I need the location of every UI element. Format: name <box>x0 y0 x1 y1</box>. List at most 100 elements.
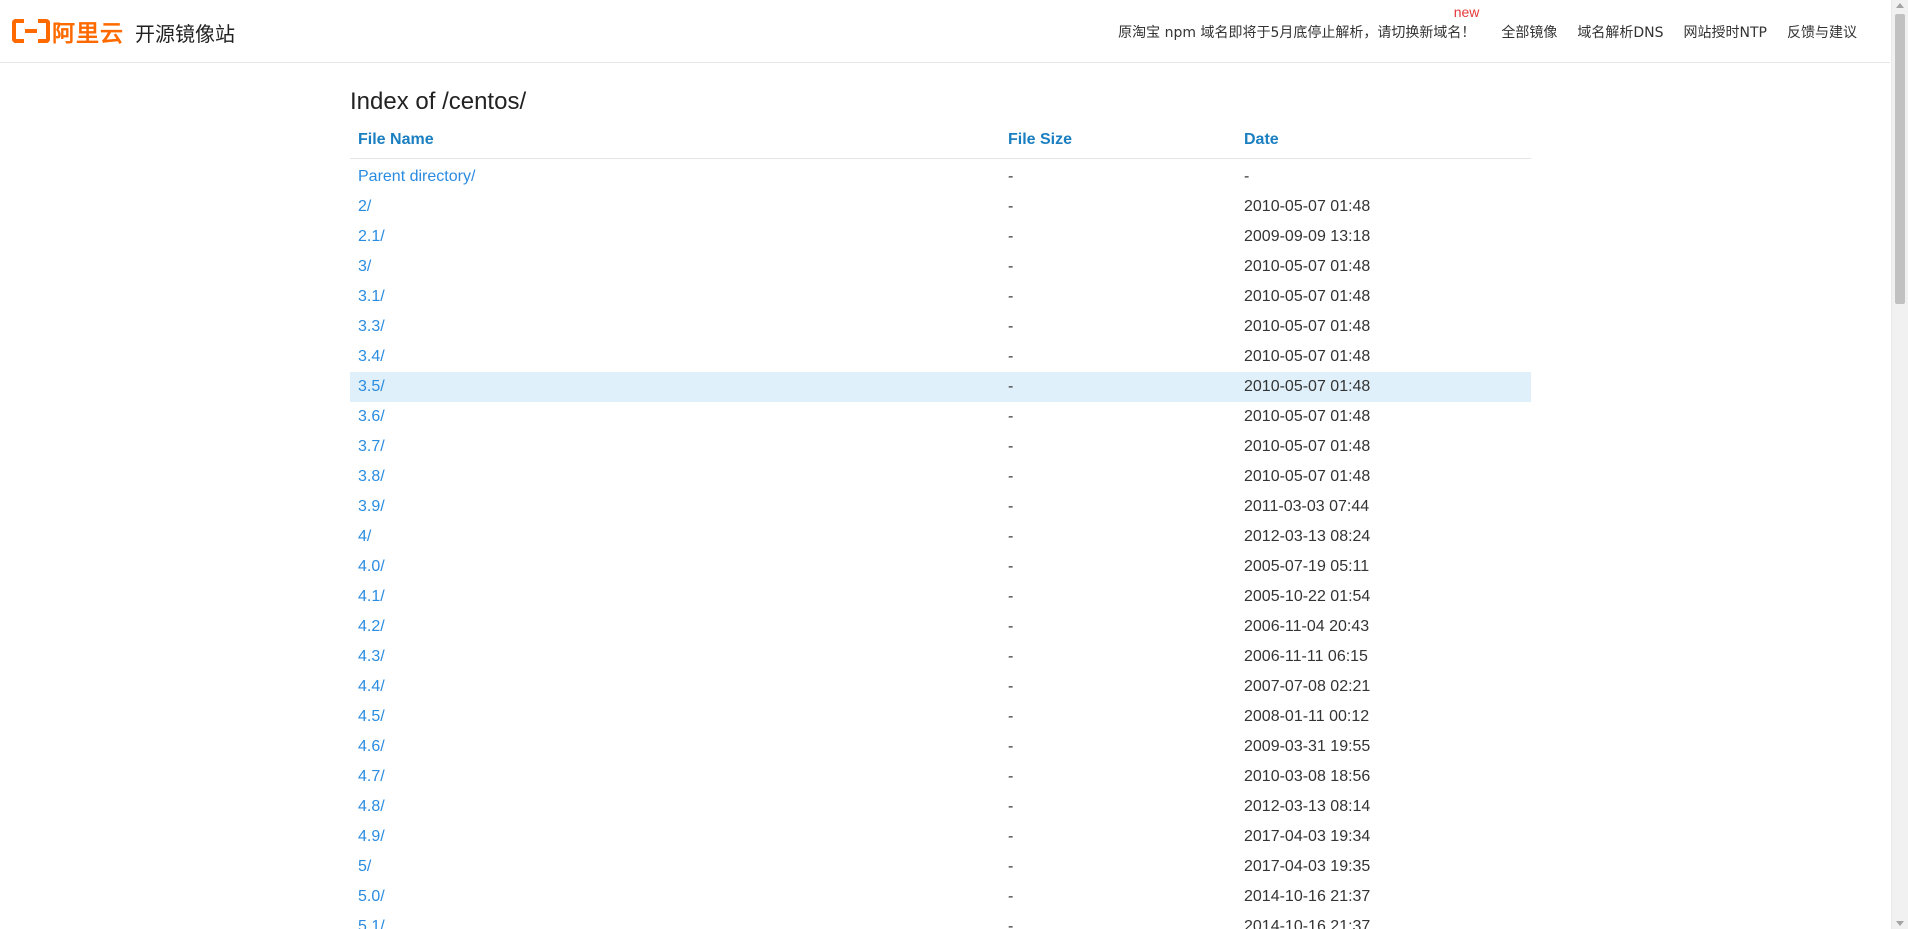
column-header-date[interactable]: Date <box>1236 122 1531 159</box>
table-row: 4.7/ - 2010-03-08 18:56 <box>350 762 1531 792</box>
new-badge: new <box>1453 4 1480 20</box>
table-row: 5.1/ - 2014-10-16 21:37 <box>350 912 1531 929</box>
scroll-thumb[interactable] <box>1895 14 1905 304</box>
file-size-cell: - <box>1008 408 1014 425</box>
file-size-cell: - <box>1008 528 1014 545</box>
table-row: 4.1/ - 2005-10-22 01:54 <box>350 582 1531 612</box>
file-link[interactable]: 3.6/ <box>358 408 385 425</box>
file-link[interactable]: 3.1/ <box>358 288 385 305</box>
top-nav: 原淘宝 npm 域名即将于5月底停止解析，请切换新域名！ new 全部镜像 域名… <box>1118 4 1890 42</box>
file-size-cell: - <box>1008 588 1014 605</box>
file-link[interactable]: 5.1/ <box>358 918 385 929</box>
scroll-up-icon[interactable] <box>1896 3 1904 8</box>
file-name-cell: 4.1/ <box>350 582 1000 612</box>
file-link[interactable]: 3.4/ <box>358 348 385 365</box>
nav-all-mirrors[interactable]: 全部镜像 <box>1501 22 1557 42</box>
file-size-cell: - <box>1008 258 1014 275</box>
aliyun-logo[interactable]: 阿里云 <box>12 17 124 47</box>
vertical-scrollbar[interactable] <box>1891 0 1908 929</box>
file-size-cell: - <box>1008 498 1014 515</box>
table-row: 2.1/ - 2009-09-09 13:18 <box>350 222 1531 252</box>
file-name-cell: 4.6/ <box>350 732 1000 762</box>
file-date-cell: 2017-04-03 19:35 <box>1244 858 1371 875</box>
file-link[interactable]: 4.6/ <box>358 738 385 755</box>
file-link[interactable]: 3.5/ <box>358 378 385 395</box>
file-size-cell: - <box>1008 558 1014 575</box>
table-row: 5/ - 2017-04-03 19:35 <box>350 852 1531 882</box>
file-link[interactable]: 4.3/ <box>358 648 385 665</box>
table-row: 4.6/ - 2009-03-31 19:55 <box>350 732 1531 762</box>
file-link[interactable]: 3/ <box>358 258 371 275</box>
file-link[interactable]: 4.5/ <box>358 708 385 725</box>
file-link[interactable]: 4.1/ <box>358 588 385 605</box>
file-size-cell: - <box>1008 438 1014 455</box>
nav-ntp[interactable]: 网站授时NTP <box>1684 22 1767 42</box>
file-link[interactable]: 4.7/ <box>358 768 385 785</box>
file-link[interactable]: 5/ <box>358 858 371 875</box>
nav-dns[interactable]: 域名解析DNS <box>1577 22 1663 42</box>
file-link[interactable]: 3.8/ <box>358 468 385 485</box>
file-link[interactable]: 2/ <box>358 198 371 215</box>
file-link[interactable]: 5.0/ <box>358 888 385 905</box>
file-name-cell: 3.6/ <box>350 402 1000 432</box>
column-header-file-size[interactable]: File Size <box>1000 122 1236 159</box>
file-link[interactable]: 4/ <box>358 528 371 545</box>
file-date-cell: 2010-05-07 01:48 <box>1244 258 1371 275</box>
file-listing-body: Parent directory/ - - 2/ - 2010-05-07 01:48 2.… <box>350 158 1531 929</box>
nav-feedback[interactable]: 反馈与建议 <box>1787 22 1857 42</box>
table-row: 3.9/ - 2011-03-03 07:44 <box>350 492 1531 522</box>
file-size-cell: - <box>1008 468 1014 485</box>
file-link[interactable]: 2.1/ <box>358 228 385 245</box>
logo-text: 阿里云 <box>52 21 124 47</box>
file-name-cell: Parent directory/ <box>350 158 1000 192</box>
file-date-cell: 2012-03-13 08:14 <box>1244 798 1371 815</box>
file-link[interactable]: Parent directory/ <box>358 168 475 185</box>
file-date-cell: 2006-11-11 06:15 <box>1244 648 1368 665</box>
table-row: 5.0/ - 2014-10-16 21:37 <box>350 882 1531 912</box>
table-row: 4.9/ - 2017-04-03 19:34 <box>350 822 1531 852</box>
file-size-cell: - <box>1008 648 1014 665</box>
table-row: 3.3/ - 2010-05-07 01:48 <box>350 312 1531 342</box>
file-name-cell: 2.1/ <box>350 222 1000 252</box>
file-name-cell: 3.4/ <box>350 342 1000 372</box>
file-link[interactable]: 4.4/ <box>358 678 385 695</box>
file-date-cell: 2014-10-16 21:37 <box>1244 918 1371 929</box>
file-link[interactable]: 4.0/ <box>358 558 385 575</box>
table-row: 4.3/ - 2006-11-11 06:15 <box>350 642 1531 672</box>
file-date-cell: 2010-05-07 01:48 <box>1244 318 1371 335</box>
file-date-cell: 2010-05-07 01:48 <box>1236 372 1531 402</box>
file-name-cell: 3.8/ <box>350 462 1000 492</box>
file-link[interactable]: 3.9/ <box>358 498 385 515</box>
file-name-cell: 4.2/ <box>350 612 1000 642</box>
table-row: 4.8/ - 2012-03-13 08:14 <box>350 792 1531 822</box>
table-row: 4.2/ - 2006-11-04 20:43 <box>350 612 1531 642</box>
file-link[interactable]: 4.2/ <box>358 618 385 635</box>
file-size-cell: - <box>1008 678 1014 695</box>
file-link[interactable]: 4.9/ <box>358 828 385 845</box>
file-name-cell: 5.1/ <box>350 912 1000 929</box>
scroll-down-icon[interactable] <box>1896 921 1904 926</box>
file-size-cell: - <box>1008 618 1014 635</box>
file-name-cell: 4.9/ <box>350 822 1000 852</box>
column-header-file-name[interactable]: File Name <box>350 122 1000 159</box>
file-size-cell: - <box>1008 768 1014 785</box>
file-size-cell: - <box>1008 318 1014 335</box>
file-size-cell: - <box>1008 348 1014 365</box>
file-link[interactable]: 3.7/ <box>358 438 385 455</box>
file-link[interactable]: 3.3/ <box>358 318 385 335</box>
table-row: 4.5/ - 2008-01-11 00:12 <box>350 702 1531 732</box>
file-date-cell: 2010-05-07 01:48 <box>1244 348 1371 365</box>
file-link[interactable]: 4.8/ <box>358 798 385 815</box>
site-title[interactable]: 开源镜像站 <box>135 18 235 47</box>
file-size-cell: - <box>1008 708 1014 725</box>
file-name-cell: 5.0/ <box>350 882 1000 912</box>
file-date-cell: 2017-04-03 19:34 <box>1244 828 1371 845</box>
table-row: 3.1/ - 2010-05-07 01:48 <box>350 282 1531 312</box>
npm-notice-link[interactable]: 原淘宝 npm 域名即将于5月底停止解析，请切换新域名！ new <box>1118 4 1479 42</box>
file-date-cell: 2010-05-07 01:48 <box>1244 288 1371 305</box>
table-row: 3.5/ -2010-05-07 01:48 <box>350 372 1531 402</box>
file-name-cell: 4.7/ <box>350 762 1000 792</box>
file-date-cell: 2014-10-16 21:37 <box>1244 888 1371 905</box>
file-date-cell: 2010-05-07 01:48 <box>1244 438 1371 455</box>
file-size-cell: - <box>1008 288 1014 305</box>
